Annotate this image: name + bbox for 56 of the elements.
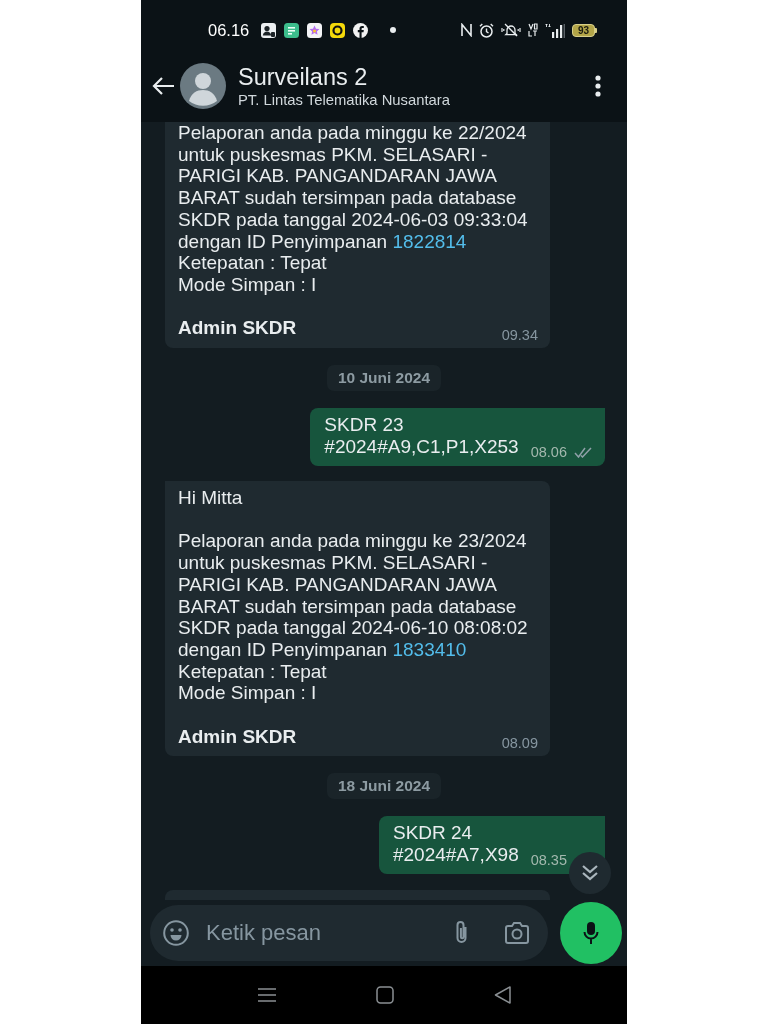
scroll-down-button[interactable] xyxy=(569,852,611,894)
contact-card-icon xyxy=(261,22,277,38)
message-text: Ketepatan : Tepat xyxy=(178,252,328,274)
message-time: 08.09 xyxy=(501,735,538,752)
camera-button[interactable] xyxy=(504,922,530,944)
avatar-icon[interactable] xyxy=(180,63,226,109)
storage-id-link[interactable]: 1833410 xyxy=(392,638,467,660)
date-chip: 10 Juni 2024 xyxy=(326,365,442,391)
star-app-icon xyxy=(307,22,323,38)
muted-bell-icon xyxy=(500,23,521,37)
alarm-clock-icon xyxy=(478,22,494,38)
date-chip: 18 Juni 2024 xyxy=(326,773,442,800)
microphone-icon xyxy=(583,921,599,945)
message-time: 08.06 xyxy=(530,444,567,460)
menu-icon xyxy=(595,75,601,97)
storage-id-link[interactable]: 1822814 xyxy=(392,230,467,252)
ring-app-icon xyxy=(330,22,346,38)
camera-icon xyxy=(504,922,530,944)
status-time: 06.16 xyxy=(208,20,250,40)
message-time: 08.35 xyxy=(530,852,567,869)
message-text: Pelaporan anda pada minggu ke 23/2024 untuk puskesmas PKM. SELASARI - PARIGI KAB. PANGANDARAN JAWA BARAT sudah tersimpan pada database SKDR pada tanggal 2024-06-10 08:08:02 dengan ID Penyimpanan 1833410 xyxy=(178,530,529,661)
message-text: Mode Simpan : I xyxy=(178,273,318,296)
chat-title[interactable]: Surveilans 2 xyxy=(238,63,450,91)
message-text: SKDR 23 #2024#A9,C1,P1,X253 xyxy=(324,414,519,458)
message-text: Hi Mitta xyxy=(178,487,244,509)
back-arrow-icon xyxy=(151,76,175,96)
message-text: Pelaporan anda pada minggu ke 22/2024 untuk puskesmas PKM. SELASARI - PARIGI KAB. PANGANDARAN JAWA BARAT sudah tersimpan pada database SKDR pada tanggal 2024-06-03 09:33:04 dengan ID Penyimpanan 1822814 xyxy=(178,122,529,253)
sender-signature: Admin SKDR xyxy=(178,725,297,748)
menu-button[interactable] xyxy=(595,75,601,97)
three-lines-icon xyxy=(257,987,276,1003)
back-nav-button[interactable] xyxy=(493,986,511,1004)
message-time: 09.34 xyxy=(501,327,538,343)
chat-subtitle: PT. Lintas Telematika Nusantara xyxy=(238,90,450,109)
signal-icon xyxy=(544,22,565,38)
message-text: Ketepatan : Tepat xyxy=(178,660,328,683)
list-app-icon xyxy=(284,22,300,38)
home-button[interactable] xyxy=(375,986,394,1004)
composer-bar[interactable]: Ketik pesan xyxy=(150,905,548,961)
notification-dot-icon xyxy=(390,27,397,33)
triangle-back-icon xyxy=(493,986,511,1004)
volte-icon xyxy=(527,23,538,37)
back-button[interactable] xyxy=(151,76,175,96)
battery-percent: 93 xyxy=(571,23,595,37)
attach-button[interactable] xyxy=(455,920,468,946)
message-input[interactable]: Ketik pesan xyxy=(206,918,455,948)
square-icon xyxy=(375,986,394,1004)
recent-apps-button[interactable] xyxy=(257,987,276,1003)
smiley-icon xyxy=(163,920,189,946)
app-circle-icon xyxy=(353,22,369,38)
paperclip-icon xyxy=(455,920,468,946)
message-text: SKDR 24 #2024#A7,X98 xyxy=(392,822,519,867)
nfc-icon xyxy=(460,23,472,37)
emoji-button[interactable] xyxy=(163,920,189,946)
message-text: Mode Simpan : I xyxy=(178,682,318,705)
double-chevron-down-icon xyxy=(581,864,599,882)
sender-signature: Admin SKDR xyxy=(178,317,297,339)
